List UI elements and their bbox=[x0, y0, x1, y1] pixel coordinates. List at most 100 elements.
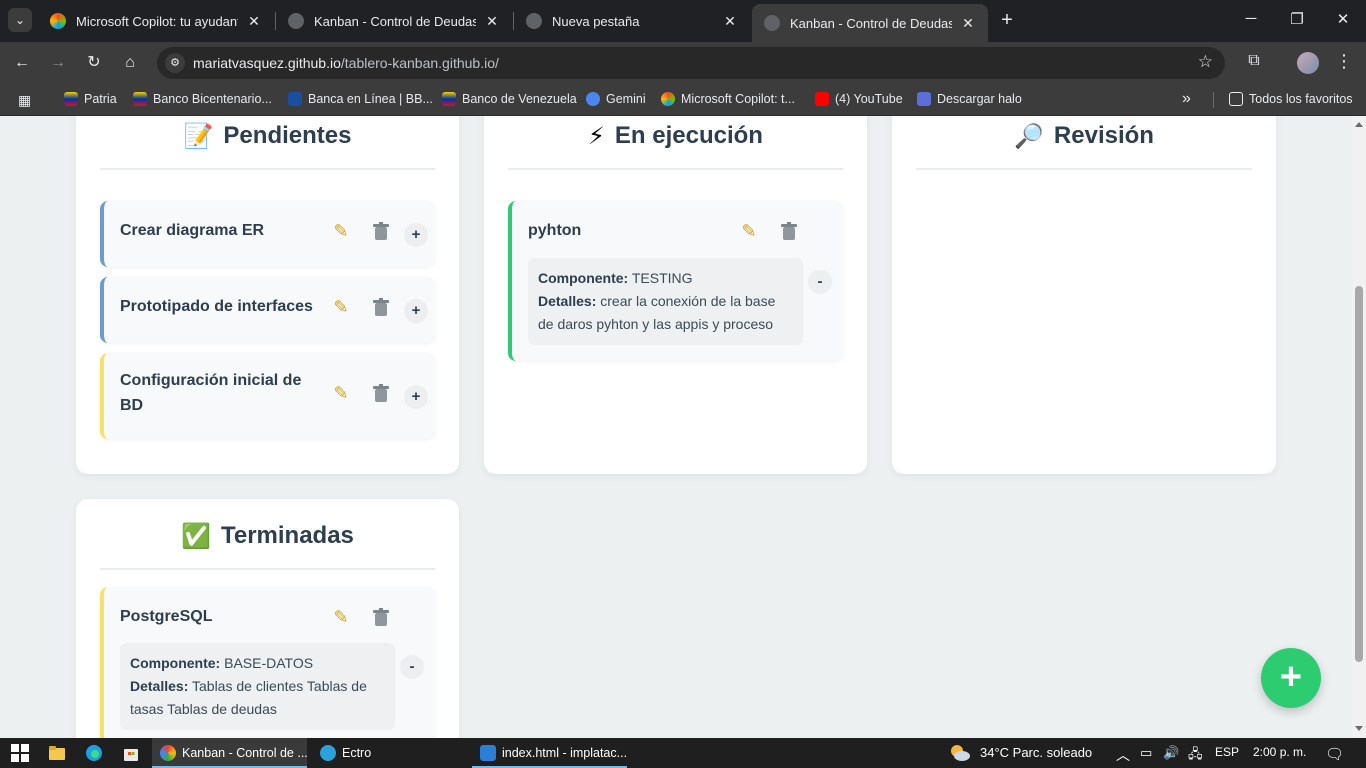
details-label: Detalles: bbox=[130, 678, 189, 694]
profile-avatar[interactable] bbox=[1297, 52, 1319, 74]
pencil-edit-icon[interactable]: ✎ bbox=[330, 382, 352, 404]
all-bookmarks-folder[interactable]: Todos los favoritos bbox=[1229, 92, 1353, 106]
volume-icon[interactable]: 🔊 bbox=[1163, 745, 1179, 761]
bookmark-item[interactable]: Gemini bbox=[586, 92, 646, 106]
trash-icon[interactable] bbox=[778, 221, 800, 243]
reload-icon[interactable]: ↻ bbox=[83, 52, 105, 74]
column-title: En ejecución bbox=[614, 122, 763, 149]
close-tab-icon[interactable]: ✕ bbox=[246, 13, 262, 30]
scrollbar-thumb[interactable] bbox=[1355, 286, 1363, 662]
notifications-icon[interactable]: 🗨 bbox=[1325, 745, 1344, 763]
task-card[interactable]: Crear diagrama ER ✎ + bbox=[100, 201, 435, 267]
add-task-button[interactable]: + bbox=[1261, 648, 1321, 708]
chrome-icon bbox=[526, 13, 542, 29]
column-revision: 🔎 Revisión bbox=[892, 116, 1276, 474]
browser-tab[interactable]: Kanban - Control de Deudas ✕ bbox=[276, 4, 512, 38]
task-card[interactable]: Configuración inicial de BD ✎ + bbox=[100, 353, 435, 439]
browser-tab[interactable]: Nueva pestaña ✕ bbox=[514, 4, 750, 38]
trash-icon[interactable] bbox=[370, 607, 392, 629]
bookmark-item[interactable]: (4) YouTube bbox=[815, 92, 903, 106]
bookmark-star-icon[interactable]: ☆ bbox=[1198, 52, 1213, 72]
back-arrow-icon[interactable]: ← bbox=[11, 52, 33, 74]
component-value: TESTING bbox=[631, 270, 693, 286]
globe-icon bbox=[288, 13, 304, 29]
browser-tab[interactable]: Microsoft Copilot: tu ayudante ✕ bbox=[38, 4, 274, 38]
task-card[interactable]: PostgreSQL ✎ Componente: BASE-DATOS Deta… bbox=[100, 587, 435, 738]
home-icon[interactable]: ⌂ bbox=[119, 52, 141, 74]
pencil-edit-icon[interactable]: ✎ bbox=[738, 220, 760, 242]
collapse-toggle-button[interactable]: - bbox=[400, 655, 424, 679]
bookmark-item[interactable]: Banca en Línea | BB... bbox=[288, 92, 433, 106]
extensions-icon[interactable]: ⧉ bbox=[1244, 52, 1264, 72]
task-title: pyhton bbox=[528, 222, 582, 239]
taskbar-app-label: Kanban - Control de ... bbox=[182, 746, 308, 760]
forward-arrow-icon[interactable]: → bbox=[47, 52, 69, 74]
column-title: Revisión bbox=[1053, 122, 1154, 149]
windows-start-icon[interactable] bbox=[10, 743, 30, 763]
site-info-icon[interactable]: ⚙ bbox=[165, 53, 185, 73]
bookmark-item[interactable]: Patria bbox=[64, 92, 117, 106]
magnifier-icon: 🔎 bbox=[1014, 122, 1044, 150]
network-icon[interactable]: 🖧 bbox=[1188, 745, 1203, 767]
more-bookmarks-icon[interactable]: » bbox=[1182, 90, 1191, 108]
trash-icon[interactable] bbox=[370, 383, 392, 405]
expand-toggle-button[interactable]: + bbox=[404, 385, 428, 409]
globe-icon bbox=[764, 15, 780, 31]
minimize-icon[interactable]: ─ bbox=[1241, 10, 1261, 27]
taskbar-app-label: index.html - implatac... bbox=[502, 746, 628, 760]
trash-icon[interactable] bbox=[370, 221, 392, 243]
memo-icon: 📝 bbox=[183, 122, 214, 150]
edge-browser-icon[interactable] bbox=[84, 743, 104, 763]
close-tab-icon[interactable]: ✕ bbox=[722, 13, 738, 30]
scroll-up-arrow-icon[interactable] bbox=[1355, 122, 1363, 127]
tab-title: Kanban - Control de Deudas bbox=[790, 15, 952, 31]
pencil-edit-icon[interactable]: ✎ bbox=[330, 606, 352, 628]
close-tab-icon[interactable]: ✕ bbox=[484, 13, 500, 30]
file-explorer-icon[interactable] bbox=[47, 743, 67, 763]
bookmark-item[interactable]: Banco de Venezuela bbox=[442, 92, 577, 106]
expand-toggle-button[interactable]: + bbox=[404, 223, 428, 247]
close-tab-icon[interactable]: ✕ bbox=[960, 15, 976, 32]
taskbar-app-label: Ectro bbox=[342, 746, 372, 760]
taskbar-app-chrome[interactable]: Kanban - Control de ... bbox=[152, 738, 308, 768]
expand-toggle-button[interactable]: + bbox=[404, 299, 428, 323]
page-scrollbar[interactable] bbox=[1352, 116, 1366, 738]
bookmarks-bar: ▦ Patria Banco Bicentenario... Banca en … bbox=[0, 84, 1366, 116]
folder-icon bbox=[1229, 92, 1243, 106]
weather-sun-cloud-icon[interactable] bbox=[948, 743, 972, 763]
column-header: ⚡ En ejecución bbox=[508, 116, 843, 170]
taskbar-app-telegram[interactable]: Ectro bbox=[312, 738, 467, 768]
tab-search-button[interactable]: ⌄ bbox=[8, 8, 32, 32]
pencil-edit-icon[interactable]: ✎ bbox=[330, 296, 352, 318]
task-card[interactable]: Prototipado de interfaces ✎ + bbox=[100, 277, 435, 343]
taskbar-app-vscode[interactable]: index.html - implatac... bbox=[472, 738, 627, 768]
collapse-toggle-button[interactable]: - bbox=[808, 270, 832, 294]
store-bag-icon[interactable] bbox=[121, 743, 141, 763]
pencil-edit-icon[interactable]: ✎ bbox=[330, 220, 352, 242]
task-card[interactable]: pyhton ✎ Componente: TESTING Detalles: c… bbox=[508, 201, 843, 361]
bookmark-item[interactable]: Banco Bicentenario... bbox=[133, 92, 272, 106]
trash-icon[interactable] bbox=[370, 297, 392, 319]
restore-icon[interactable]: ❐ bbox=[1287, 10, 1307, 28]
column-title: Pendientes bbox=[223, 122, 352, 149]
copilot-icon bbox=[661, 92, 675, 106]
language-indicator[interactable]: ESP bbox=[1215, 745, 1239, 759]
column-header: 📝 Pendientes bbox=[100, 116, 435, 170]
address-bar[interactable]: ⚙ mariatvasquez.github.io/tablero-kanban… bbox=[157, 47, 1225, 79]
weather-text[interactable]: 34°C Parc. soleado bbox=[980, 745, 1092, 760]
column-en-ejecucion: ⚡ En ejecución pyhton ✎ Componente: TEST… bbox=[484, 116, 867, 474]
new-tab-button[interactable]: + bbox=[996, 9, 1018, 31]
menu-kebab-icon[interactable]: ⋮ bbox=[1335, 51, 1353, 72]
show-hidden-icons-icon[interactable]: ︿ bbox=[1116, 745, 1130, 765]
task-details-panel: Componente: TESTING Detalles: crear la c… bbox=[528, 258, 803, 345]
component-label: Componente: bbox=[130, 655, 221, 671]
scroll-down-arrow-icon[interactable] bbox=[1355, 726, 1363, 731]
browser-tab-active[interactable]: Kanban - Control de Deudas ✕ bbox=[752, 4, 988, 42]
clock[interactable]: 2:00 p. m. bbox=[1253, 745, 1306, 759]
url-text[interactable]: mariatvasquez.github.io/tablero-kanban.g… bbox=[193, 55, 499, 71]
bookmark-item[interactable]: Microsoft Copilot: t... bbox=[661, 92, 795, 106]
close-window-icon[interactable]: ✕ bbox=[1333, 10, 1353, 28]
bookmark-item[interactable]: Descargar halo bbox=[917, 92, 1022, 106]
battery-icon[interactable]: ▭ bbox=[1140, 745, 1152, 761]
apps-grid-icon[interactable]: ▦ bbox=[18, 92, 31, 109]
